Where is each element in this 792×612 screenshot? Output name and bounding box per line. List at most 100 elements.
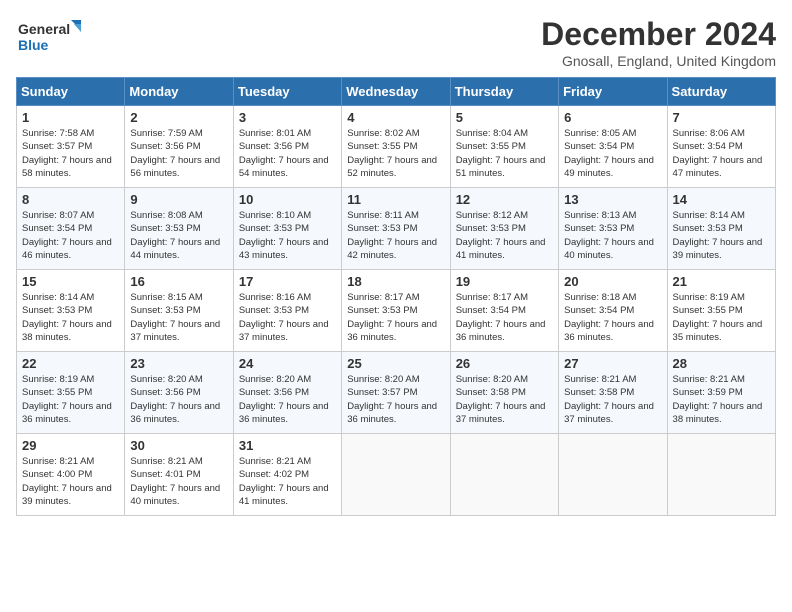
page-container: General Blue December 2024 Gnosall, Engl… xyxy=(16,16,776,516)
day-cell: 8Sunrise: 8:07 AMSunset: 3:54 PMDaylight… xyxy=(17,188,125,270)
day-content: Sunrise: 8:20 AMSunset: 3:56 PMDaylight:… xyxy=(239,374,329,425)
day-cell: 21 Sunrise: 8:19 AMSunset: 3:55 PMDayligh… xyxy=(667,270,775,352)
day-cell: 22 Sunrise: 8:19 AMSunset: 3:55 PMDayligh… xyxy=(17,352,125,434)
day-content: Sunrise: 8:13 AMSunset: 3:53 PMDaylight:… xyxy=(564,210,654,261)
day-cell: 12 Sunrise: 8:12 AMSunset: 3:53 PMDayligh… xyxy=(450,188,558,270)
day-cell: 25 Sunrise: 8:20 AMSunset: 3:57 PMDayligh… xyxy=(342,352,450,434)
month-title: December 2024 xyxy=(541,16,776,53)
week-row-1: 1 Sunrise: 7:58 AMSunset: 3:57 PMDaylight… xyxy=(17,106,776,188)
day-content: Sunrise: 8:20 AMSunset: 3:57 PMDaylight:… xyxy=(347,374,437,425)
day-content: Sunrise: 8:21 AMSunset: 4:00 PMDaylight:… xyxy=(22,456,112,507)
day-content: Sunrise: 8:18 AMSunset: 3:54 PMDaylight:… xyxy=(564,292,654,343)
day-number: 20 xyxy=(564,274,661,289)
day-cell: 5 Sunrise: 8:04 AMSunset: 3:55 PMDaylight… xyxy=(450,106,558,188)
day-cell: 7 Sunrise: 8:06 AMSunset: 3:54 PMDaylight… xyxy=(667,106,775,188)
day-content: Sunrise: 8:08 AMSunset: 3:53 PMDaylight:… xyxy=(130,210,220,261)
day-number: 22 xyxy=(22,356,119,371)
day-content: Sunrise: 8:12 AMSunset: 3:53 PMDaylight:… xyxy=(456,210,546,261)
logo-svg: General Blue xyxy=(16,16,86,60)
day-number: 26 xyxy=(456,356,553,371)
day-number: 30 xyxy=(130,438,227,453)
day-content: Sunrise: 8:19 AMSunset: 3:55 PMDaylight:… xyxy=(673,292,763,343)
day-content: Sunrise: 8:19 AMSunset: 3:55 PMDaylight:… xyxy=(22,374,112,425)
day-number: 21 xyxy=(673,274,770,289)
day-number: 19 xyxy=(456,274,553,289)
day-content: Sunrise: 7:59 AMSunset: 3:56 PMDaylight:… xyxy=(130,128,220,179)
day-cell: 2Sunrise: 7:59 AMSunset: 3:56 PMDaylight… xyxy=(125,106,233,188)
day-content: Sunrise: 8:15 AMSunset: 3:53 PMDaylight:… xyxy=(130,292,220,343)
day-content: Sunrise: 7:58 AMSunset: 3:57 PMDaylight:… xyxy=(22,128,112,179)
day-cell: 27Sunrise: 8:21 AMSunset: 3:58 PMDayligh… xyxy=(559,352,667,434)
day-content: Sunrise: 8:05 AMSunset: 3:54 PMDaylight:… xyxy=(564,128,654,179)
week-row-2: 8Sunrise: 8:07 AMSunset: 3:54 PMDaylight… xyxy=(17,188,776,270)
col-tuesday: Tuesday xyxy=(233,78,341,106)
day-number: 5 xyxy=(456,110,553,125)
day-content: Sunrise: 8:10 AMSunset: 3:53 PMDaylight:… xyxy=(239,210,329,261)
day-content: Sunrise: 8:20 AMSunset: 3:58 PMDaylight:… xyxy=(456,374,546,425)
day-cell: 18 Sunrise: 8:17 AMSunset: 3:53 PMDayligh… xyxy=(342,270,450,352)
day-number: 9 xyxy=(130,192,227,207)
day-cell: 4 Sunrise: 8:02 AMSunset: 3:55 PMDaylight… xyxy=(342,106,450,188)
day-number: 13 xyxy=(564,192,661,207)
day-content: Sunrise: 8:14 AMSunset: 3:53 PMDaylight:… xyxy=(673,210,763,261)
header: General Blue December 2024 Gnosall, Engl… xyxy=(16,16,776,69)
day-number: 4 xyxy=(347,110,444,125)
day-content: Sunrise: 8:06 AMSunset: 3:54 PMDaylight:… xyxy=(673,128,763,179)
day-content: Sunrise: 8:01 AMSunset: 3:56 PMDaylight:… xyxy=(239,128,329,179)
day-number: 29 xyxy=(22,438,119,453)
col-wednesday: Wednesday xyxy=(342,78,450,106)
col-saturday: Saturday xyxy=(667,78,775,106)
day-number: 8 xyxy=(22,192,119,207)
day-number: 11 xyxy=(347,192,444,207)
day-number: 25 xyxy=(347,356,444,371)
calendar-table: Sunday Monday Tuesday Wednesday Thursday… xyxy=(16,77,776,516)
week-row-4: 22 Sunrise: 8:19 AMSunset: 3:55 PMDayligh… xyxy=(17,352,776,434)
day-content: Sunrise: 8:16 AMSunset: 3:53 PMDaylight:… xyxy=(239,292,329,343)
day-content: Sunrise: 8:21 AMSunset: 4:01 PMDaylight:… xyxy=(130,456,220,507)
col-monday: Monday xyxy=(125,78,233,106)
svg-text:General: General xyxy=(18,21,70,37)
day-content: Sunrise: 8:17 AMSunset: 3:54 PMDaylight:… xyxy=(456,292,546,343)
location: Gnosall, England, United Kingdom xyxy=(541,53,776,69)
col-sunday: Sunday xyxy=(17,78,125,106)
day-cell xyxy=(450,434,558,516)
day-number: 27 xyxy=(564,356,661,371)
logo: General Blue xyxy=(16,16,86,60)
day-content: Sunrise: 8:21 AMSunset: 4:02 PMDaylight:… xyxy=(239,456,329,507)
day-number: 23 xyxy=(130,356,227,371)
day-cell: 14 Sunrise: 8:14 AMSunset: 3:53 PMDayligh… xyxy=(667,188,775,270)
day-cell: 16Sunrise: 8:15 AMSunset: 3:53 PMDayligh… xyxy=(125,270,233,352)
header-row: Sunday Monday Tuesday Wednesday Thursday… xyxy=(17,78,776,106)
day-cell: 31Sunrise: 8:21 AMSunset: 4:02 PMDayligh… xyxy=(233,434,341,516)
day-number: 15 xyxy=(22,274,119,289)
day-cell: 3Sunrise: 8:01 AMSunset: 3:56 PMDaylight… xyxy=(233,106,341,188)
day-cell: 30 Sunrise: 8:21 AMSunset: 4:01 PMDayligh… xyxy=(125,434,233,516)
day-cell: 9 Sunrise: 8:08 AMSunset: 3:53 PMDaylight… xyxy=(125,188,233,270)
day-cell: 26 Sunrise: 8:20 AMSunset: 3:58 PMDayligh… xyxy=(450,352,558,434)
day-number: 14 xyxy=(673,192,770,207)
calendar-body: 1 Sunrise: 7:58 AMSunset: 3:57 PMDaylight… xyxy=(17,106,776,516)
day-cell: 13 Sunrise: 8:13 AMSunset: 3:53 PMDayligh… xyxy=(559,188,667,270)
day-cell: 1 Sunrise: 7:58 AMSunset: 3:57 PMDaylight… xyxy=(17,106,125,188)
week-row-3: 15 Sunrise: 8:14 AMSunset: 3:53 PMDayligh… xyxy=(17,270,776,352)
day-cell: 15 Sunrise: 8:14 AMSunset: 3:53 PMDayligh… xyxy=(17,270,125,352)
day-cell: 10 Sunrise: 8:10 AMSunset: 3:53 PMDayligh… xyxy=(233,188,341,270)
day-content: Sunrise: 8:11 AMSunset: 3:53 PMDaylight:… xyxy=(347,210,437,261)
day-content: Sunrise: 8:04 AMSunset: 3:55 PMDaylight:… xyxy=(456,128,546,179)
day-number: 12 xyxy=(456,192,553,207)
day-content: Sunrise: 8:02 AMSunset: 3:55 PMDaylight:… xyxy=(347,128,437,179)
week-row-5: 29 Sunrise: 8:21 AMSunset: 4:00 PMDayligh… xyxy=(17,434,776,516)
day-number: 10 xyxy=(239,192,336,207)
svg-text:Blue: Blue xyxy=(18,37,49,53)
day-number: 18 xyxy=(347,274,444,289)
day-content: Sunrise: 8:21 AMSunset: 3:59 PMDaylight:… xyxy=(673,374,763,425)
day-cell xyxy=(667,434,775,516)
day-content: Sunrise: 8:17 AMSunset: 3:53 PMDaylight:… xyxy=(347,292,437,343)
day-number: 28 xyxy=(673,356,770,371)
day-cell xyxy=(559,434,667,516)
day-number: 6 xyxy=(564,110,661,125)
day-cell: 17Sunrise: 8:16 AMSunset: 3:53 PMDayligh… xyxy=(233,270,341,352)
day-number: 1 xyxy=(22,110,119,125)
day-content: Sunrise: 8:14 AMSunset: 3:53 PMDaylight:… xyxy=(22,292,112,343)
day-number: 7 xyxy=(673,110,770,125)
